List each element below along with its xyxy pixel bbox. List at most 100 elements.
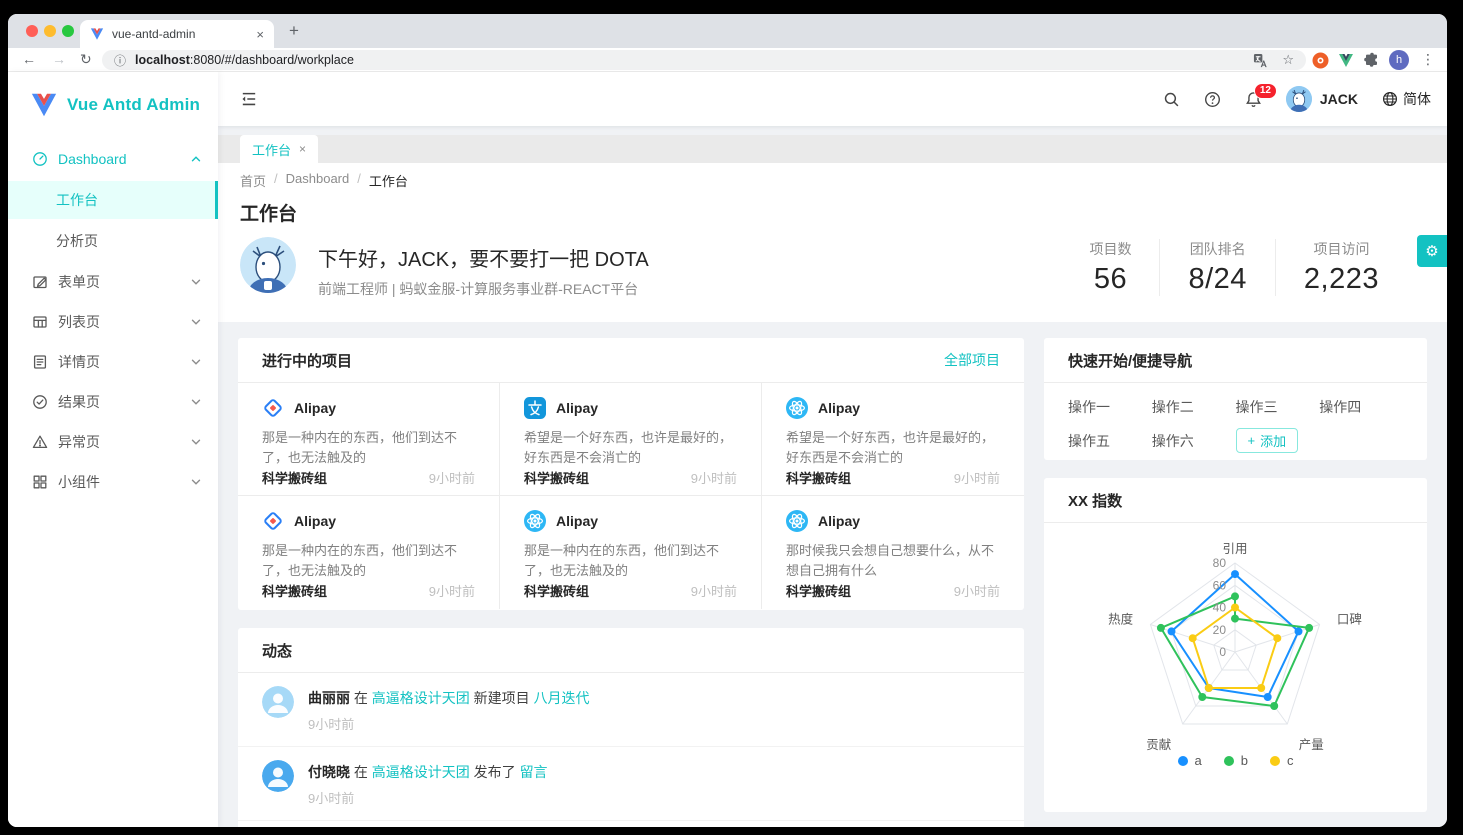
project-group-link[interactable]: 科学搬砖组: [262, 581, 327, 600]
sidebar-item-analysis[interactable]: 分析页: [8, 222, 218, 260]
legend-item-a[interactable]: a: [1178, 753, 1202, 768]
quicknav-link[interactable]: 操作一: [1068, 397, 1152, 417]
svg-text:产量: 产量: [1299, 738, 1324, 752]
user-name: JACK: [1320, 91, 1358, 107]
form-icon: [32, 274, 48, 290]
activity-feed: 曲丽丽 在 高逼格设计天团 新建项目 八月迭代9小时前付晓晓 在 高逼格设计天团…: [238, 673, 1024, 827]
project-footer: 科学搬砖组9小时前: [262, 581, 475, 600]
user-menu[interactable]: JACK: [1286, 86, 1358, 112]
project-card[interactable]: Alipay那时候我只会想自己想要什么，从不想自己拥有什么科学搬砖组9小时前: [762, 496, 1024, 609]
vue-devtools-icon[interactable]: [1337, 51, 1355, 69]
extension-orange-icon[interactable]: [1311, 51, 1329, 69]
feed-link[interactable]: 八月迭代: [534, 690, 590, 706]
feed-segment: 新建项目: [470, 690, 534, 706]
project-group-link[interactable]: 科学搬砖组: [524, 581, 589, 600]
project-name[interactable]: Alipay: [818, 400, 860, 416]
antd-icon: [262, 510, 284, 532]
translate-icon[interactable]: [1253, 53, 1268, 68]
project-card[interactable]: Alipay那是一种内在的东西，他们到达不了，也无法触及的科学搬砖组9小时前: [238, 383, 500, 496]
project-name[interactable]: Alipay: [294, 513, 336, 529]
quicknav-link[interactable]: 操作三: [1236, 397, 1320, 417]
sidebar-subitem-label: 工作台: [56, 190, 98, 210]
sidebar-menu: Dashboard 工作台分析页表单页列表页详情页结果页异常页小组件: [8, 140, 218, 501]
all-projects-link[interactable]: 全部项目: [944, 350, 1000, 370]
zoom-window-button[interactable]: [62, 25, 74, 37]
back-icon[interactable]: ←: [22, 51, 36, 67]
new-tab-button[interactable]: +: [284, 21, 304, 41]
project-card[interactable]: Alipay希望是一个好东西，也许是最好的，好东西是不会消亡的科学搬砖组9小时前: [762, 383, 1024, 496]
feed-link[interactable]: 高逼格设计天团: [372, 690, 470, 706]
close-window-button[interactable]: [26, 25, 38, 37]
quicknav-link[interactable]: 操作五: [1068, 431, 1152, 453]
sidebar-item-form[interactable]: 表单页: [8, 263, 218, 301]
project-desc: 那时候我只会想自己想要什么，从不想自己拥有什么: [786, 541, 1000, 581]
reload-icon[interactable]: ↻: [80, 51, 92, 68]
project-name[interactable]: Alipay: [556, 513, 598, 529]
project-group-link[interactable]: 科学搬砖组: [524, 468, 589, 487]
search-icon[interactable]: [1163, 91, 1180, 108]
feed-link[interactable]: 留言: [520, 764, 548, 780]
sidebar-item-detail[interactable]: 详情页: [8, 343, 218, 381]
app-logo[interactable]: Vue Antd Admin: [8, 72, 218, 122]
settings-drawer-button[interactable]: ⚙: [1417, 235, 1447, 267]
page-tab-workplace[interactable]: 工作台 ×: [240, 135, 318, 163]
legend-item-c[interactable]: c: [1270, 753, 1294, 768]
add-quicknav-button[interactable]: +添加: [1236, 428, 1299, 453]
tab-close-icon[interactable]: ×: [256, 27, 264, 42]
feed-body: 付晓晓 在 高逼格设计天团 发布了 留言9小时前: [308, 760, 548, 807]
breadcrumb-item[interactable]: 首页: [240, 171, 266, 190]
project-card-head: Alipay: [262, 510, 475, 532]
bookmark-star-icon[interactable]: ☆: [1282, 52, 1294, 68]
project-group-link[interactable]: 科学搬砖组: [262, 468, 327, 487]
browser-menu-icon[interactable]: ⋮: [1421, 51, 1435, 68]
project-name[interactable]: Alipay: [294, 400, 336, 416]
browser-tab[interactable]: vue-antd-admin ×: [80, 20, 274, 48]
legend-dot: [1270, 756, 1280, 766]
minimize-window-button[interactable]: [44, 25, 56, 37]
sidebar-item-workplace[interactable]: 工作台: [8, 181, 218, 219]
page-info-icon[interactable]: ⓘ: [114, 52, 126, 69]
project-card-head: Alipay: [524, 397, 737, 419]
feed-link[interactable]: 高逼格设计天团: [372, 764, 470, 780]
legend-item-b[interactable]: b: [1224, 753, 1248, 768]
sidebar-item-label: 表单页: [58, 272, 190, 292]
sidebar-item-components[interactable]: 小组件: [8, 463, 218, 501]
project-card[interactable]: Alipay那是一种内在的东西，他们到达不了，也无法触及的科学搬砖组9小时前: [500, 496, 762, 609]
sidebar-item-dashboard[interactable]: Dashboard: [8, 140, 218, 178]
project-card-head: Alipay: [262, 397, 475, 419]
project-card[interactable]: Alipay 那是一种内在的东西，他们到达不了，也无法触及的科学搬砖组9小时前: [238, 496, 500, 609]
page-tab-close-icon[interactable]: ×: [299, 142, 306, 156]
project-desc: 那是一种内在的东西，他们到达不了，也无法触及的: [262, 428, 475, 468]
project-desc: 那是一种内在的东西，他们到达不了，也无法触及的: [262, 541, 475, 581]
sidebar-item-result[interactable]: 结果页: [8, 383, 218, 421]
url-host: localhost: [135, 53, 190, 67]
locale-switcher[interactable]: 简体: [1382, 89, 1431, 109]
project-group-link[interactable]: 科学搬砖组: [786, 581, 851, 600]
project-card[interactable]: Alipay希望是一个好东西，也许是最好的，好东西是不会消亡的科学搬砖组9小时前: [500, 383, 762, 496]
page-tab-label: 工作台: [252, 140, 291, 159]
chevron-down-icon: [190, 476, 202, 488]
legend-dot: [1224, 756, 1234, 766]
help-icon[interactable]: [1204, 91, 1221, 108]
greeting-text: 下午好，JACK，要不要打一把 DOTA: [318, 243, 649, 272]
browser-profile-avatar[interactable]: h: [1389, 50, 1409, 70]
locale-label: 简体: [1403, 89, 1431, 109]
breadcrumb-item[interactable]: Dashboard: [286, 171, 350, 190]
sidebar-item-list[interactable]: 列表页: [8, 303, 218, 341]
screenshot-stage: vue-antd-admin × + ← → ↻ ⓘ localhost:808…: [0, 0, 1463, 835]
quicknav-link[interactable]: 操作二: [1152, 397, 1236, 417]
project-name[interactable]: Alipay: [818, 513, 860, 529]
address-bar[interactable]: ⓘ localhost:8080/#/dashboard/workplace ☆: [102, 50, 1306, 70]
project-group-link[interactable]: 科学搬砖组: [786, 468, 851, 487]
sidebar-item-exception[interactable]: 异常页: [8, 423, 218, 461]
user-avatar: [1286, 86, 1312, 112]
project-footer: 科学搬砖组9小时前: [786, 468, 1000, 487]
menu-fold-icon[interactable]: [240, 90, 258, 108]
alipay-icon: [524, 397, 546, 419]
quicknav-link[interactable]: 操作四: [1319, 397, 1403, 417]
forward-icon[interactable]: →: [52, 51, 66, 67]
notifications-bell-icon[interactable]: 12: [1245, 91, 1262, 108]
project-name[interactable]: Alipay: [556, 400, 598, 416]
extensions-puzzle-icon[interactable]: [1363, 51, 1381, 69]
quicknav-link[interactable]: 操作六: [1152, 431, 1236, 453]
